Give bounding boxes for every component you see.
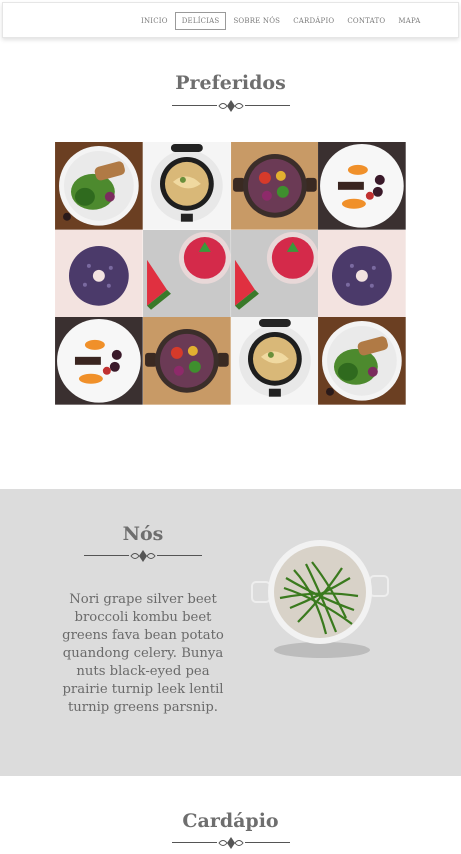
cardapio-divider xyxy=(172,836,290,850)
nav-item-delicias[interactable]: DELÍCIAS xyxy=(174,12,227,30)
gallery-photo[interactable] xyxy=(55,229,143,318)
gallery-photo[interactable] xyxy=(318,142,406,230)
sweet-potato-plate-image xyxy=(318,142,406,230)
gallery-photo[interactable] xyxy=(55,317,143,405)
gallery-photo[interactable] xyxy=(318,317,406,405)
nav-menu: INICIO DELÍCIAS SOBRE NÓS CARDÁPIO CONTA… xyxy=(135,12,428,30)
gallery-photo[interactable] xyxy=(55,142,143,230)
nos-description: Nori grape silver beet broccoli kombu be… xyxy=(62,592,224,715)
preferidos-divider xyxy=(172,99,290,113)
cardapio-title: Cardápio xyxy=(182,810,279,832)
gallery-photo[interactable] xyxy=(142,317,231,405)
favorites-gallery xyxy=(55,142,406,405)
nos-title: Nós xyxy=(122,523,164,545)
veggie-pan-image xyxy=(142,317,231,405)
blueberry-donut-image xyxy=(318,229,406,318)
nav-item-sobre-nos[interactable]: SOBRE NÓS xyxy=(227,12,286,30)
sweet-potato-plate-image xyxy=(55,317,143,405)
gallery-photo[interactable] xyxy=(142,229,231,318)
preferidos-title: Preferidos xyxy=(175,72,286,94)
ornament-icon xyxy=(129,549,157,563)
top-navigation: INICIO DELÍCIAS SOBRE NÓS CARDÁPIO CONTA… xyxy=(2,2,459,38)
blueberry-donut-image xyxy=(55,229,143,318)
ornament-icon xyxy=(217,836,245,850)
ornament-icon xyxy=(217,99,245,113)
salad-plate-image xyxy=(55,142,143,230)
watermelon-juice-image xyxy=(230,229,319,318)
chicken-pan-image xyxy=(230,317,319,405)
gallery-photo[interactable] xyxy=(230,142,319,230)
nos-divider xyxy=(84,549,202,563)
nav-item-inicio[interactable]: INICIO xyxy=(135,12,174,30)
watermelon-juice-image xyxy=(142,229,231,318)
chicken-pan-image xyxy=(142,142,231,230)
salad-plate-image xyxy=(318,317,406,405)
gallery-photo[interactable] xyxy=(230,317,319,405)
nav-item-contato[interactable]: CONTATO xyxy=(341,12,391,30)
nav-item-cardapio[interactable]: CARDÁPIO xyxy=(287,12,340,30)
gallery-photo[interactable] xyxy=(318,229,406,318)
green-beans-pan-image xyxy=(251,540,389,658)
nav-item-mapa[interactable]: MAPA xyxy=(392,12,426,30)
gallery-photo[interactable] xyxy=(142,142,231,230)
veggie-pan-image xyxy=(230,142,319,230)
gallery-photo[interactable] xyxy=(230,229,319,318)
